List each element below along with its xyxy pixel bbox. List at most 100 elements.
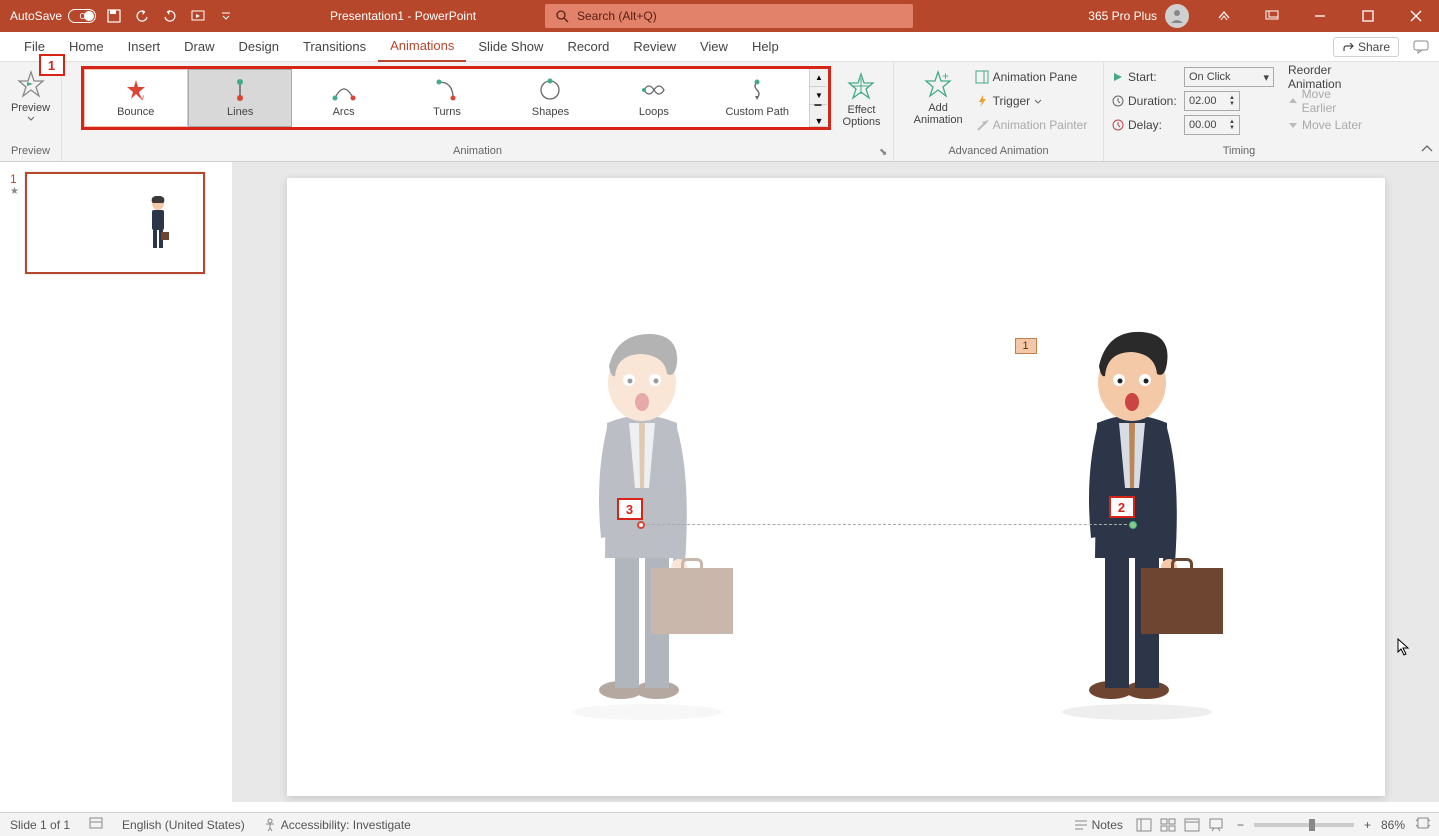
slide-sorter-button[interactable] (1157, 816, 1179, 834)
start-dropdown[interactable]: On Click▾ (1184, 67, 1274, 87)
toggle-off-icon: Off (68, 9, 96, 23)
animation-order-tag[interactable]: 1 (1015, 338, 1037, 354)
gallery-item-arcs[interactable]: Arcs (292, 69, 395, 127)
tab-transitions[interactable]: Transitions (291, 32, 378, 62)
share-button[interactable]: Share (1333, 37, 1399, 57)
close-button[interactable] (1393, 0, 1439, 32)
tab-home[interactable]: Home (57, 32, 116, 62)
zoom-in-button[interactable]: + (1364, 818, 1371, 832)
motion-end-point[interactable] (637, 521, 645, 529)
tab-animations[interactable]: Animations (378, 32, 466, 62)
share-icon (1342, 41, 1354, 53)
tab-view[interactable]: View (688, 32, 740, 62)
animation-pane-button[interactable]: Animation Pane (975, 66, 1088, 88)
save-icon[interactable] (104, 6, 124, 26)
businessman-object[interactable] (1047, 328, 1227, 708)
tab-slideshow[interactable]: Slide Show (466, 32, 555, 62)
group-label-animation: Animation (66, 143, 889, 159)
zoom-slider[interactable] (1254, 823, 1354, 827)
effect-options-star-icon (845, 70, 877, 102)
delay-input[interactable]: 00.00▲▼ (1184, 115, 1240, 135)
move-later-button: Move Later (1288, 114, 1366, 136)
collapse-ribbon-button[interactable] (1419, 141, 1435, 157)
main-area: 1 ★ (0, 162, 1439, 802)
gallery-item-shapes[interactable]: Shapes (499, 69, 602, 127)
annotation-marker-3: 3 (617, 498, 643, 520)
status-bar: Slide 1 of 1 English (United States) Acc… (0, 812, 1439, 836)
spell-check-icon[interactable] (88, 816, 104, 833)
duration-input[interactable]: 02.00▲▼ (1184, 91, 1240, 111)
zoom-out-button[interactable]: − (1237, 818, 1244, 832)
gallery-item-loops[interactable]: Loops (603, 69, 706, 127)
search-input[interactable]: Search (Alt+Q) (545, 4, 913, 28)
annotation-marker-1: 1 (39, 54, 65, 76)
gallery-item-turns[interactable]: Turns (396, 69, 499, 127)
effect-options-button[interactable]: Effect Options (835, 66, 889, 132)
gallery-item-lines[interactable]: Lines (188, 69, 292, 127)
animation-painter-button: Animation Painter (975, 114, 1088, 136)
duration-label: Duration: (1128, 94, 1180, 108)
notes-icon (1074, 819, 1088, 831)
accessibility-icon (263, 818, 277, 832)
add-animation-button[interactable]: + Add Animation (906, 64, 971, 130)
gallery-item-custom-path[interactable]: Custom Path (706, 69, 809, 127)
tab-insert[interactable]: Insert (116, 32, 173, 62)
group-label-preview: Preview (4, 143, 57, 159)
lines-path-icon (226, 78, 254, 102)
tab-review[interactable]: Review (621, 32, 688, 62)
autosave-toggle[interactable]: AutoSave Off (10, 9, 96, 23)
search-placeholder: Search (Alt+Q) (577, 9, 657, 23)
gallery-scroll-up[interactable]: ▲ (810, 69, 827, 87)
slide-thumbnail-1[interactable] (25, 172, 205, 274)
move-down-icon (1288, 120, 1298, 130)
svg-text:v: v (140, 93, 144, 102)
coming-soon-icon[interactable] (1201, 0, 1247, 32)
add-animation-star-icon: + (922, 68, 954, 100)
slideshow-view-button[interactable] (1205, 816, 1227, 834)
thumbnail-figure (147, 196, 169, 254)
display-options-icon[interactable] (1249, 0, 1295, 32)
redo-icon[interactable] (160, 6, 180, 26)
motion-path-line[interactable] (642, 524, 1132, 525)
tab-record[interactable]: Record (555, 32, 621, 62)
tab-design[interactable]: Design (227, 32, 291, 62)
comments-button[interactable] (1409, 37, 1433, 57)
trigger-button[interactable]: Trigger (975, 90, 1088, 112)
gallery-scroll-down[interactable]: ▼ (810, 87, 827, 105)
ribbon-tabs: File Home Insert Draw Design Transitions… (0, 32, 1439, 62)
slide-canvas[interactable]: 1 2 3 (287, 178, 1385, 796)
accessibility-button[interactable]: Accessibility: Investigate (263, 818, 411, 832)
animation-dialog-launcher[interactable]: ⬊ (879, 147, 891, 159)
gallery-expand[interactable]: ▔▼ (810, 105, 827, 127)
undo-icon[interactable] (132, 6, 152, 26)
gallery-item-bounce[interactable]: v Bounce (84, 69, 188, 127)
qat-more-icon[interactable] (216, 6, 236, 26)
custom-path-icon (743, 78, 771, 102)
motion-start-point[interactable] (1129, 521, 1137, 529)
user-avatar[interactable] (1165, 4, 1189, 28)
plan-label: 365 Pro Plus (1088, 9, 1157, 23)
animation-gallery[interactable]: v Bounce Lines Arcs Turns Shapes (81, 66, 831, 130)
thumbnail-number: 1 (10, 172, 19, 186)
zoom-level[interactable]: 86% (1381, 818, 1405, 832)
slide-counter[interactable]: Slide 1 of 1 (10, 818, 70, 832)
maximize-button[interactable] (1345, 0, 1391, 32)
tab-help[interactable]: Help (740, 32, 791, 62)
fit-to-window-button[interactable] (1415, 816, 1431, 833)
slide-editor[interactable]: 1 2 3 (232, 162, 1439, 802)
start-play-icon (1112, 71, 1124, 83)
language-indicator[interactable]: English (United States) (122, 818, 245, 832)
move-earlier-button: Move Earlier (1288, 90, 1366, 112)
reading-view-button[interactable] (1181, 816, 1203, 834)
briefcase-ghost (651, 568, 733, 634)
chevron-down-icon (1034, 99, 1042, 104)
move-up-icon (1288, 96, 1298, 106)
slide-thumbnail-panel: 1 ★ (0, 162, 232, 802)
minimize-button[interactable] (1297, 0, 1343, 32)
shapes-path-icon (536, 78, 564, 102)
normal-view-button[interactable] (1133, 816, 1155, 834)
arcs-path-icon (330, 78, 358, 102)
tab-draw[interactable]: Draw (172, 32, 226, 62)
start-from-beginning-icon[interactable] (188, 6, 208, 26)
notes-button[interactable]: Notes (1074, 818, 1123, 832)
